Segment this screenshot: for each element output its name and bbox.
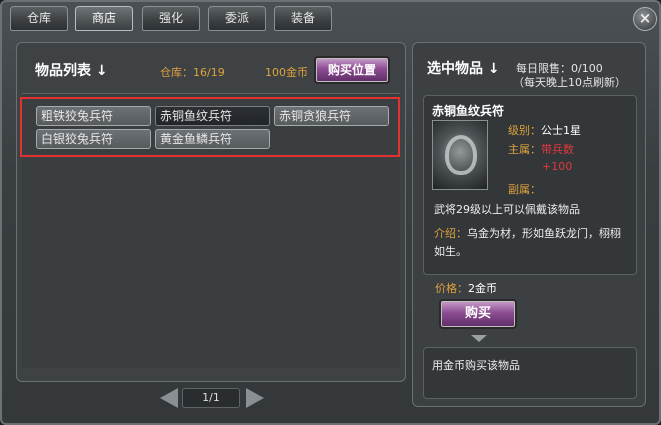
- level-row: 级别：公士1星: [508, 122, 581, 138]
- selected-item-title: 选中物品 ↓: [427, 58, 500, 78]
- collapse-arrow-icon[interactable]: ↓: [488, 61, 500, 77]
- tab-enhance[interactable]: 强化: [142, 6, 200, 31]
- item-detail-card: 赤铜鱼纹兵符 级别：公士1星 主属：带兵数 +100 副属： 武将29级以上可以…: [423, 95, 637, 275]
- intro-key: 介绍：: [434, 227, 467, 240]
- item-list-title-text: 物品列表: [35, 63, 91, 79]
- hint-box: 用金币购买该物品: [423, 347, 637, 399]
- item-silver-rabbit-talisman[interactable]: 白银狡兔兵符: [36, 129, 151, 149]
- buy-position-button[interactable]: 购买位置: [314, 56, 390, 84]
- level-key: 级别：: [508, 124, 541, 137]
- shop-window: 仓库 商店 强化 委派 装备 × 物品列表 ↓ 仓库：16/19 100金币 购…: [0, 0, 661, 425]
- equip-requirement: 武将29级以上可以佩戴该物品: [434, 203, 580, 216]
- close-icon[interactable]: ×: [633, 7, 657, 31]
- next-page-icon[interactable]: [246, 388, 264, 408]
- main-attr-key: 主属：: [508, 143, 541, 156]
- item-copper-wolf-talisman[interactable]: 赤铜贪狼兵符: [274, 106, 389, 126]
- selected-item-title-text: 选中物品: [427, 61, 483, 77]
- main-attr-row: 主属：带兵数: [508, 141, 574, 157]
- main-attr-value: 带兵数: [541, 143, 574, 156]
- prev-page-icon[interactable]: [160, 388, 178, 408]
- item-copper-fish-talisman[interactable]: 赤铜鱼纹兵符: [155, 106, 270, 126]
- pagination: 1/1: [160, 388, 265, 408]
- gold-amount: 100金币: [265, 66, 308, 79]
- level-value: 公士1星: [541, 124, 581, 137]
- buy-button[interactable]: 购买: [439, 299, 517, 329]
- item-list-panel: 物品列表 ↓ 仓库：16/19 100金币 购买位置: [16, 42, 406, 382]
- fish-talisman-icon: [432, 120, 488, 190]
- sub-attr-row: 副属：: [508, 181, 541, 197]
- tab-equipment[interactable]: 装备: [274, 6, 332, 31]
- warehouse-capacity: 仓库：16/19: [160, 66, 225, 79]
- sort-down-arrow-icon[interactable]: ↓: [96, 63, 108, 79]
- item-coarse-iron-rabbit-talisman[interactable]: 粗铁狡兔兵符: [36, 106, 151, 126]
- price-key: 价格：: [435, 282, 468, 295]
- selected-item-panel: 选中物品 ↓ 每日限售：0/100 （每天晚上10点刷新） 赤铜鱼纹兵符 级别：…: [412, 42, 646, 407]
- item-name: 赤铜鱼纹兵符: [432, 104, 505, 118]
- tab-shop[interactable]: 商店: [75, 6, 133, 31]
- item-gold-scale-talisman[interactable]: 黄金鱼鳞兵符: [155, 129, 270, 149]
- page-number: 1/1: [182, 388, 240, 408]
- main-attr-bonus-row: +100: [542, 160, 572, 173]
- tab-warehouse[interactable]: 仓库: [10, 6, 68, 31]
- main-attr-bonus: +100: [542, 160, 573, 173]
- pointer-triangle-icon: [471, 335, 487, 342]
- item-list-title: 物品列表 ↓: [35, 60, 108, 80]
- item-intro: 介绍：乌金为材，形如鱼跃龙门，栩栩如生。: [434, 225, 630, 261]
- price-row: 价格：2金币: [435, 280, 497, 296]
- tab-delegate[interactable]: 委派: [208, 6, 266, 31]
- refresh-note: （每天晚上10点刷新）: [513, 76, 626, 89]
- price-value: 2金币: [468, 282, 497, 295]
- sub-attr-key: 副属：: [508, 183, 541, 196]
